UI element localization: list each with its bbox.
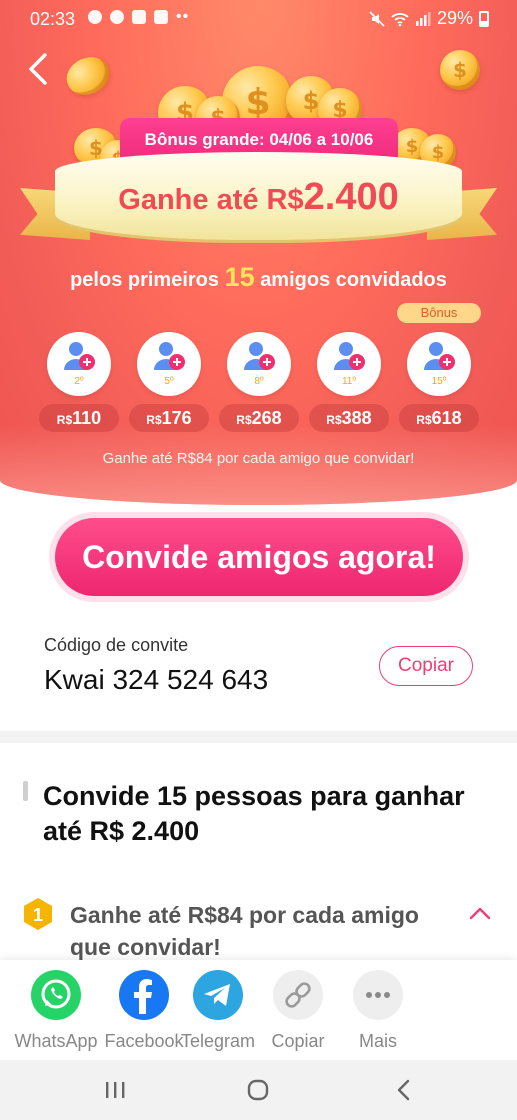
milestone-circle: 15º [407, 332, 471, 396]
reward-currency: R$ [326, 413, 342, 427]
milestone-index: 15º [431, 376, 447, 387]
milestone-item: 5º [137, 332, 201, 396]
hero-note: Ganhe até R$84 por cada amigo que convid… [102, 450, 415, 467]
section-marker [23, 781, 28, 801]
share-label: Telegram [180, 1031, 256, 1051]
milestone-circle: 8º [227, 332, 291, 396]
share-telegram[interactable]: Telegram [173, 970, 263, 1052]
share-more[interactable]: Mais [333, 970, 423, 1052]
milestone-index: 5º [164, 376, 174, 387]
milestone-reward: R$176 [129, 404, 209, 432]
add-friend-icon [244, 342, 275, 370]
telegram-icon [193, 970, 243, 1020]
subtitle-text: amigos convidados [260, 269, 447, 291]
milestone-item: 15º [407, 332, 471, 396]
share-whatsapp[interactable]: WhatsApp [11, 970, 101, 1052]
copy-code-button[interactable]: Copiar [379, 646, 473, 686]
milestone-circle: 11º [317, 332, 381, 396]
milestone-reward: R$388 [309, 404, 389, 432]
invite-code-label: Código de convite [44, 635, 189, 655]
reward-value: 388 [341, 408, 372, 428]
milestone-index: 11º [341, 376, 357, 387]
reward-currency: R$ [56, 413, 73, 427]
recent-apps-icon[interactable] [104, 1080, 126, 1100]
milestone-item: 8º [227, 332, 291, 396]
invite-friends-button[interactable]: Convide amigos agora! [55, 518, 463, 596]
add-friend-icon [154, 342, 185, 370]
milestone-item: 11º [317, 332, 381, 396]
banner-prefix: Ganhe até R$ [118, 184, 304, 216]
add-friend-icon [424, 342, 455, 370]
milestone-index: 2º [74, 376, 84, 387]
coin-icon: $ [440, 50, 480, 90]
reward-banner: Ganhe até R$2.400 [55, 152, 462, 240]
system-navigation-bar [0, 1060, 517, 1120]
system-back-icon[interactable] [394, 1078, 414, 1102]
subtitle-count: 15 [224, 262, 255, 292]
battery-percent: 29% [436, 8, 473, 28]
reward-value: 618 [431, 408, 462, 428]
wifi-icon [391, 12, 409, 26]
milestone-reward: R$110 [39, 404, 119, 432]
system-icons: 29% [369, 8, 489, 29]
milestone-reward: R$268 [219, 404, 299, 432]
share-label: Mais [358, 1031, 397, 1051]
status-time: 02:33 [30, 9, 76, 29]
milestone-item: 2º [47, 332, 111, 396]
banner-headline: Ganhe até R$2.400 [55, 176, 462, 219]
facebook-icon [119, 970, 169, 1020]
whatsapp-icon [31, 970, 81, 1020]
milestone-reward: R$618 [399, 404, 479, 432]
mute-icon [369, 10, 385, 27]
reward-currency: R$ [416, 413, 432, 427]
home-icon[interactable] [246, 1078, 270, 1102]
section-title: Convide 15 pessoas para ganhar até R$ 2.… [43, 781, 465, 846]
share-label: WhatsApp [14, 1031, 98, 1051]
step-number-badge: 1 [24, 898, 52, 930]
add-friend-icon [334, 342, 365, 370]
battery-icon [479, 10, 489, 27]
share-sheet: WhatsApp Facebook Telegram Copiar Mais [0, 960, 517, 1060]
banner-amount: 2.400 [303, 176, 399, 218]
reward-currency: R$ [236, 413, 252, 427]
step-number: 1 [33, 905, 43, 925]
signal-icon [415, 11, 431, 26]
milestone-circle: 2º [47, 332, 111, 396]
chevron-up-icon[interactable] [468, 904, 492, 922]
notification-icons: •• [88, 8, 190, 25]
milestone-index: 8º [254, 376, 264, 387]
back-arrow-icon[interactable] [22, 52, 56, 86]
cta-halo: Convide amigos agora! [49, 512, 469, 602]
add-friend-icon [64, 342, 95, 370]
more-icon [353, 970, 403, 1020]
share-copy-link[interactable]: Copiar [253, 970, 343, 1052]
reward-value: 176 [161, 408, 192, 428]
invite-code-value: Kwai 324 524 643 [44, 664, 269, 695]
app-notification-icon [88, 10, 102, 24]
app-notification-icon [154, 10, 168, 24]
step-text: Ganhe até R$84 por cada amigo que convid… [70, 902, 419, 960]
app-notification-icon [110, 10, 124, 24]
status-bar: 02:33 •• 29% [0, 0, 517, 38]
milestone-circle: 5º [137, 332, 201, 396]
bonus-tag: Bônus [397, 303, 481, 323]
hero-subtitle: pelos primeiros 15 amigos convidados [0, 262, 517, 293]
share-label: Copiar [271, 1031, 325, 1051]
reward-value: 110 [72, 408, 102, 428]
reward-currency: R$ [146, 413, 162, 427]
link-icon [273, 970, 323, 1020]
message-icon [132, 10, 146, 24]
reward-value: 268 [251, 408, 282, 428]
more-notifications-icon: •• [176, 8, 190, 25]
subtitle-text: pelos primeiros [70, 269, 220, 291]
section-divider [0, 731, 517, 743]
